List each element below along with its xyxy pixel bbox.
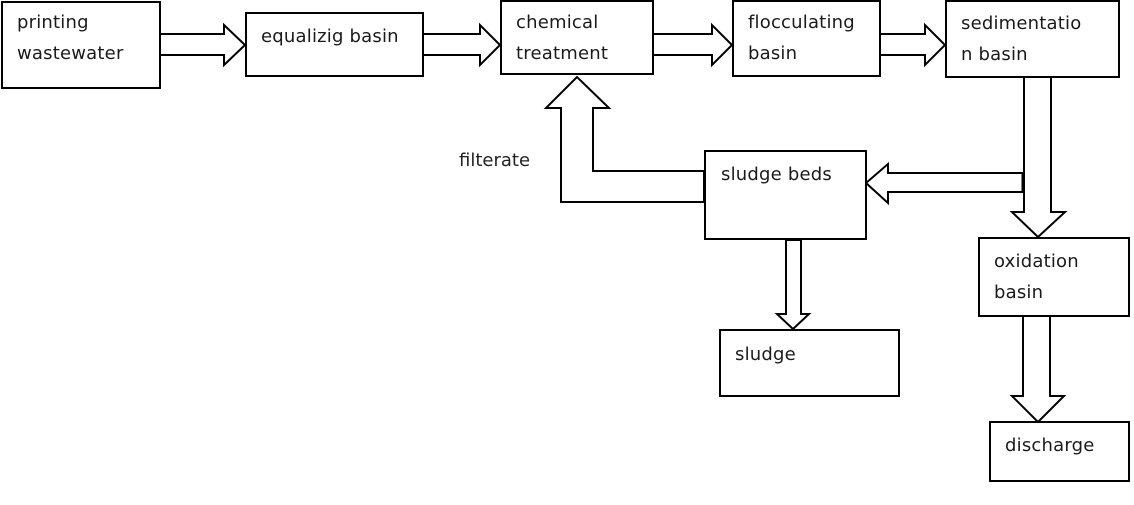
node-printing-wastewater-line1: printing (17, 12, 89, 33)
node-chemical-treatment-line1: chemical (516, 12, 599, 33)
node-oxidation-basin: oxidation basin (978, 237, 1130, 317)
arrow-oxidation-to-discharge (1009, 314, 1067, 424)
arrow-filterate-to-chemical (543, 75, 705, 203)
node-discharge-line1: discharge (1005, 435, 1095, 456)
node-sludge-line1: sludge (735, 344, 796, 365)
node-equalizing-basin-line1: equalizig basin (261, 26, 399, 47)
node-flocculating-basin-line2: basin (748, 43, 798, 64)
node-oxidation-basin-line2: basin (994, 282, 1044, 303)
node-chemical-treatment: chemical treatment (500, 0, 654, 75)
arrow-flocculating-to-sedimentation (879, 22, 947, 68)
node-flocculating-basin: flocculating basin (732, 0, 881, 77)
node-sedimentation-basin-line2: n basin (961, 44, 1028, 65)
arrow-sedimentation-to-sludge-beds (864, 161, 1024, 206)
arrow-sludge-beds-to-sludge (774, 239, 812, 331)
node-sludge: sludge (719, 329, 900, 397)
node-sludge-beds: sludge beds (704, 150, 867, 240)
node-chemical-treatment-line2: treatment (516, 43, 609, 64)
node-printing-wastewater-line2: wastewater (17, 43, 124, 64)
arrow-equalizing-to-chemical (422, 22, 502, 68)
node-flocculating-basin-line1: flocculating (748, 12, 855, 33)
arrow-wastewater-to-equalizing (159, 22, 247, 68)
node-printing-wastewater: printing wastewater (1, 1, 161, 89)
node-sedimentation-basin-line1: sedimentatio (961, 13, 1082, 34)
node-equalizing-basin: equalizig basin (245, 12, 424, 77)
node-discharge: discharge (989, 421, 1130, 482)
node-sedimentation-basin: sedimentatio n basin (945, 0, 1120, 78)
arrow-sedimentation-to-oxidation (1009, 76, 1068, 239)
node-sludge-beds-line1: sludge beds (721, 164, 832, 185)
edge-label-filterate: filterate (459, 150, 531, 171)
node-oxidation-basin-line1: oxidation (994, 251, 1079, 272)
arrow-chemical-to-flocculating (652, 22, 734, 68)
